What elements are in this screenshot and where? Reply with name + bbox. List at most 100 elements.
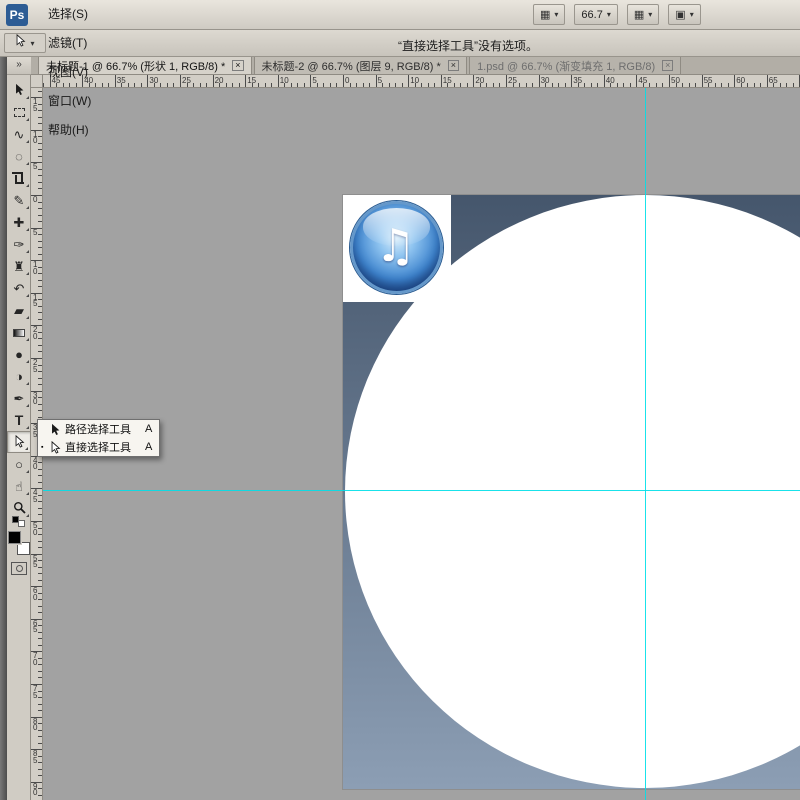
ruler-tick (330, 83, 331, 87)
ruler-tick (363, 83, 364, 87)
lasso-tool[interactable]: ∿ (7, 123, 31, 145)
gloss-highlight (363, 208, 431, 245)
ruler-tick (38, 573, 42, 574)
tab-untitled-2[interactable]: 未标题-2 @ 66.7% (图层 9, RGB/8) *× (254, 56, 468, 74)
ruler-tick (38, 208, 42, 209)
quick-mask-button[interactable] (11, 562, 27, 575)
history-brush-tool-icon: ↶ (14, 282, 25, 295)
ruler-tick (38, 612, 42, 613)
ruler-tick (38, 514, 42, 515)
dodge-tool[interactable]: ◑ (7, 365, 31, 387)
flyout-indicator-icon (26, 294, 29, 297)
ruler-tick (38, 286, 42, 287)
ruler-tick (173, 83, 174, 87)
menu-item-window[interactable]: 窗口(W) (36, 87, 103, 116)
horizontal-guide[interactable] (43, 490, 800, 491)
ruler-tick (350, 83, 351, 87)
ruler-label: 9 0 (33, 784, 37, 797)
ruler-label: 35 (573, 76, 582, 85)
pen-tool[interactable]: ✒ (7, 387, 31, 409)
ruler-tick (636, 75, 637, 87)
quick-selection-tool[interactable]: ◌ (7, 145, 31, 167)
ruler-tick (38, 638, 42, 639)
zoom-level-dropdown[interactable]: 66.7▾ (574, 4, 617, 25)
clone-stamp-tool[interactable]: ♜ (7, 255, 31, 277)
flyout-item-label: 直接选择工具 (65, 439, 131, 455)
ruler-label: 60 (736, 76, 745, 85)
flyout-indicator-icon (26, 162, 29, 165)
ruler-tick (38, 723, 42, 724)
tab-1psd[interactable]: 1.psd @ 66.7% (渐变填充 1, RGB/8)× (469, 56, 681, 74)
view-extras-button[interactable]: ▦▾ (533, 4, 565, 25)
crop-tool[interactable] (7, 167, 31, 189)
foreground-color-swatch[interactable] (8, 531, 21, 544)
ruler-tick (38, 280, 42, 281)
ruler-tick (38, 508, 42, 509)
menu-item-help[interactable]: 帮助(H) (36, 116, 103, 145)
eraser-tool-icon: ▰ (14, 304, 24, 317)
direct-selection-tool[interactable] (7, 431, 31, 453)
healing-brush-tool[interactable]: ✚ (7, 211, 31, 233)
tools-panel-header[interactable]: » (7, 57, 31, 75)
default-colors-icon[interactable] (12, 516, 25, 527)
eraser-tool[interactable]: ▰ (7, 299, 31, 321)
ruler-label: 10 (280, 76, 289, 85)
close-icon[interactable]: × (662, 60, 673, 71)
document-canvas[interactable]: ♫ (343, 195, 800, 789)
ruler-label: 5 (378, 76, 382, 85)
rectangular-marquee-tool[interactable] (7, 101, 31, 123)
ruler-tick (291, 83, 292, 87)
ruler-tick (38, 593, 42, 594)
ruler-tick (232, 83, 233, 87)
menu-item-view[interactable]: 视图(V) (36, 58, 103, 87)
history-brush-tool[interactable]: ↶ (7, 277, 31, 299)
flyout-item-path-selection-tool[interactable]: 路径选择工具A (38, 420, 159, 438)
screen-mode-button[interactable]: ▣▾ (668, 4, 700, 25)
ruler-tick (38, 312, 42, 313)
gradient-tool[interactable] (7, 321, 31, 343)
ellipse-tool[interactable]: ○ (7, 453, 31, 475)
ruler-label: 35 (117, 76, 126, 85)
ruler-tick (441, 75, 442, 87)
hand-tool-icon: ☝ (15, 480, 23, 493)
ruler-tick (193, 83, 194, 87)
ruler-label: 1 0 (33, 262, 37, 275)
arrange-documents-button[interactable]: ▦▾ (627, 4, 659, 25)
flyout-item-direct-selection-tool[interactable]: ▪直接选择工具A (38, 438, 159, 456)
ruler-label: 1 5 (33, 295, 37, 308)
chevron-down-icon: ▾ (690, 10, 694, 19)
ruler-tick (38, 743, 42, 744)
ruler-tick (297, 83, 298, 87)
close-icon[interactable]: × (448, 60, 459, 71)
ruler-tick (38, 704, 42, 705)
ruler-tick (38, 345, 42, 346)
ruler-label: 20 (475, 76, 484, 85)
ruler-tick (108, 83, 109, 87)
vertical-guide[interactable] (645, 88, 646, 800)
move-tool[interactable] (7, 79, 31, 101)
hand-tool[interactable]: ☝ (7, 475, 31, 497)
flyout-indicator-icon (26, 404, 29, 407)
blur-tool[interactable]: ● (7, 343, 31, 365)
ruler-tick (486, 83, 487, 87)
menu-bar: Ps 文件(F)编辑(E)图像(I)图层(L)选择(S)滤镜(T)视图(V)窗口… (0, 0, 800, 30)
menu-items: 文件(F)编辑(E)图像(I)图层(L)选择(S)滤镜(T)视图(V)窗口(W)… (36, 0, 103, 145)
ruler-tick (323, 83, 324, 87)
horizontal-ruler[interactable]: 4540353025201510505101520253035404550556… (43, 75, 800, 88)
brush-tool[interactable]: ✑ (7, 233, 31, 255)
ruler-tick (265, 83, 266, 87)
ruler-label: 45 (638, 76, 647, 85)
app-logo[interactable]: Ps (6, 4, 28, 26)
ruler-tick (434, 83, 435, 87)
eyedropper-tool[interactable]: ✎ (7, 189, 31, 211)
menu-item-filter[interactable]: 滤镜(T) (36, 29, 103, 58)
type-tool[interactable]: T (7, 409, 31, 431)
ruler-tick (356, 83, 357, 87)
color-swatches (8, 531, 30, 555)
ruler-tick (460, 83, 461, 87)
ruler-tick (623, 83, 624, 87)
menu-item-select[interactable]: 选择(S) (36, 0, 103, 29)
ruler-tick (38, 267, 42, 268)
ruler-tick (630, 83, 631, 87)
close-icon[interactable]: × (232, 60, 243, 71)
